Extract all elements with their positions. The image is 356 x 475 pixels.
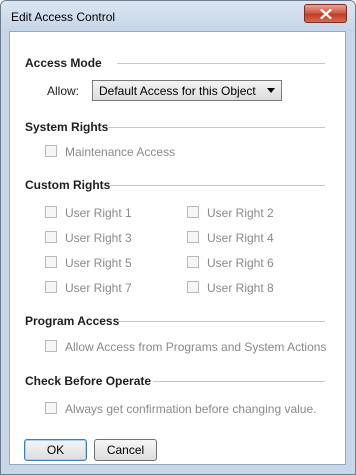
allow-label: Allow: xyxy=(47,84,80,98)
title-bar[interactable]: Edit Access Control xyxy=(1,1,355,31)
maintenance-access-checkbox[interactable] xyxy=(45,145,57,157)
section-access-mode: Access Mode xyxy=(25,56,102,70)
user-right-5-label: User Right 5 xyxy=(65,256,132,270)
divider xyxy=(153,381,325,382)
divider xyxy=(117,321,325,322)
maintenance-access-label: Maintenance Access xyxy=(65,145,176,159)
divider xyxy=(110,185,325,186)
divider xyxy=(108,127,325,128)
dialog-title: Edit Access Control xyxy=(11,10,116,24)
close-x-icon xyxy=(320,9,332,19)
ok-button[interactable]: OK xyxy=(24,439,87,461)
close-button[interactable] xyxy=(304,4,347,23)
allow-programs-label: Allow Access from Programs and System Ac… xyxy=(65,340,327,354)
allow-programs-checkbox[interactable] xyxy=(45,340,57,352)
user-right-2-label: User Right 2 xyxy=(207,206,274,220)
section-check-before-operate: Check Before Operate xyxy=(25,374,152,388)
section-system-rights: System Rights xyxy=(25,120,109,134)
user-right-7-checkbox[interactable] xyxy=(45,281,57,293)
user-right-7-label: User Right 7 xyxy=(65,281,132,295)
user-right-5-checkbox[interactable] xyxy=(45,256,57,268)
user-right-3-checkbox[interactable] xyxy=(45,231,57,243)
user-right-8-label: User Right 8 xyxy=(207,281,274,295)
user-right-6-checkbox[interactable] xyxy=(187,256,199,268)
edit-access-control-dialog: Edit Access Control Access Mode Allow: D… xyxy=(0,0,356,475)
confirm-change-label: Always get confirmation before changing … xyxy=(65,402,317,416)
allow-dropdown[interactable]: Default Access for this Object xyxy=(92,80,282,101)
user-right-4-label: User Right 4 xyxy=(207,231,274,245)
divider xyxy=(117,63,325,64)
user-right-6-label: User Right 6 xyxy=(207,256,274,270)
section-program-access: Program Access xyxy=(25,314,120,328)
user-right-3-label: User Right 3 xyxy=(65,231,132,245)
user-right-1-checkbox[interactable] xyxy=(45,206,57,218)
user-right-8-checkbox[interactable] xyxy=(187,281,199,293)
allow-dropdown-value: Default Access for this Object xyxy=(99,84,256,98)
dialog-body: Access Mode Allow: Default Access for th… xyxy=(9,31,346,465)
user-right-2-checkbox[interactable] xyxy=(187,206,199,218)
section-custom-rights: Custom Rights xyxy=(25,178,111,192)
user-right-4-checkbox[interactable] xyxy=(187,231,199,243)
cancel-button[interactable]: Cancel xyxy=(94,439,157,461)
confirm-change-checkbox[interactable] xyxy=(45,402,57,414)
chevron-down-icon xyxy=(267,88,275,93)
user-right-1-label: User Right 1 xyxy=(65,206,132,220)
